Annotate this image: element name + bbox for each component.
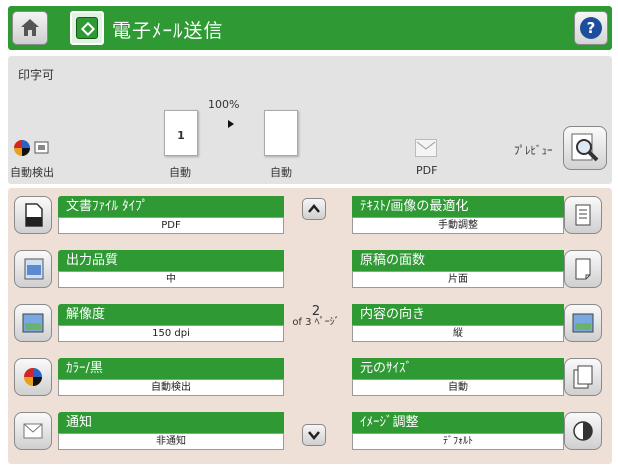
setting-value: 手動調整	[352, 217, 564, 234]
status-panel: 印字可 100% 自動検出 1 自動 自動 PDF ﾌﾟﾚﾋﾞｭｰ	[8, 56, 612, 184]
home-icon	[21, 19, 39, 36]
orientation-icon[interactable]	[564, 304, 602, 342]
help-icon: ?	[580, 17, 602, 39]
help-button[interactable]: ?	[574, 11, 608, 45]
setting-original-size[interactable]: 元のｻｲｽﾞ 自動	[8, 354, 612, 401]
original-label: 自動	[169, 166, 191, 179]
setting-value: 縦	[352, 325, 564, 342]
setting-title: 原稿の面数	[352, 250, 564, 271]
color-autodetect-icon	[14, 140, 49, 156]
output-label: 自動	[270, 166, 292, 179]
image-adjust-icon[interactable]	[564, 412, 602, 450]
original-page-preview[interactable]: 1	[164, 110, 198, 156]
setting-text-image-optimize[interactable]: ﾃｷｽﾄ/画像の最適化 手動調整	[8, 192, 612, 239]
setting-title: ｲﾒｰｼﾞ調整	[352, 412, 564, 433]
output-page-preview[interactable]	[264, 110, 298, 156]
envelope-icon	[415, 139, 437, 157]
setting-title: ﾃｷｽﾄ/画像の最適化	[352, 196, 564, 217]
setting-content-orientation[interactable]: 内容の向き 縦	[8, 300, 612, 347]
setting-original-sides[interactable]: 原稿の面数 片面	[8, 246, 612, 293]
settings-panel: 文書ﾌｧｲﾙ ﾀｲﾌﾟ PDF 出力品質 中 解像度 150 dpi ｶﾗｰ/黒…	[8, 188, 612, 464]
size-icon[interactable]	[564, 358, 602, 396]
setting-title: 元のｻｲｽﾞ	[352, 358, 564, 379]
sides-icon[interactable]	[564, 250, 602, 288]
page-number: 1	[177, 129, 185, 142]
page-title: 電子ﾒｰﾙ送信	[112, 20, 224, 42]
setting-image-adjust[interactable]: ｲﾒｰｼﾞ調整 ﾃﾞﾌｫﾙﾄ	[8, 408, 612, 455]
setting-value: 片面	[352, 271, 564, 288]
preview-button[interactable]	[563, 126, 607, 170]
setting-value: ﾃﾞﾌｫﾙﾄ	[352, 433, 564, 450]
file-type-label: PDF	[416, 164, 438, 177]
magnifier-icon	[571, 133, 599, 162]
start-icon	[76, 17, 98, 39]
status-text: 印字可	[18, 68, 55, 82]
home-button[interactable]	[12, 11, 48, 45]
start-button[interactable]	[70, 11, 104, 45]
optimize-icon[interactable]	[564, 196, 602, 234]
zoom-level: 100%	[208, 98, 240, 111]
title-bar: 電子ﾒｰﾙ送信 ?	[8, 6, 612, 50]
arrow-right-icon	[228, 120, 234, 128]
autodetect-label: 自動検出	[10, 166, 54, 179]
setting-title: 内容の向き	[352, 304, 564, 325]
preview-label: ﾌﾟﾚﾋﾞｭｰ	[514, 144, 553, 157]
setting-value: 自動	[352, 379, 564, 396]
